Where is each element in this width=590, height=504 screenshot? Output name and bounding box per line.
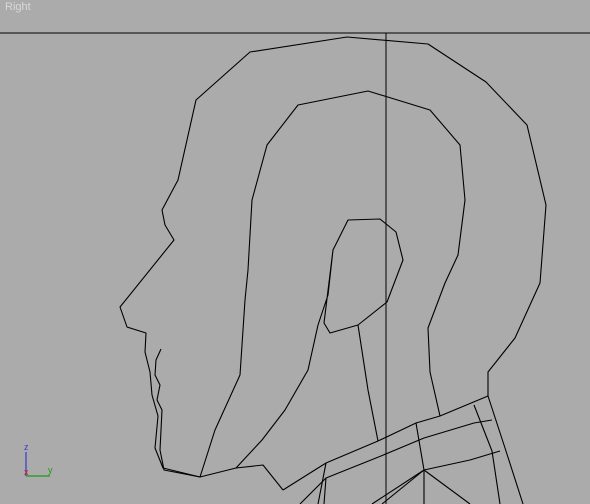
ear-stem-edge: [357, 324, 379, 442]
neck-vertical-5: [487, 395, 524, 504]
neck-diagonal-1: [423, 469, 471, 504]
wireframe-canvas[interactable]: z x y: [0, 0, 590, 504]
y-axis-label: y: [48, 465, 53, 475]
axis-gizmo: z x y: [24, 442, 53, 477]
jaw-inner-edge: [235, 218, 404, 469]
x-axis-label: x: [24, 467, 29, 477]
neck-vertical-3: [415, 422, 425, 504]
neck-vertical-2: [323, 477, 327, 504]
head-wireframe: [119, 36, 547, 504]
neck-diagonal-2: [381, 469, 425, 504]
right-viewport[interactable]: Right z x y: [0, 0, 590, 504]
z-axis-label: z: [24, 442, 29, 452]
hairline-edge: [199, 90, 466, 478]
lip-edge: [154, 348, 201, 478]
